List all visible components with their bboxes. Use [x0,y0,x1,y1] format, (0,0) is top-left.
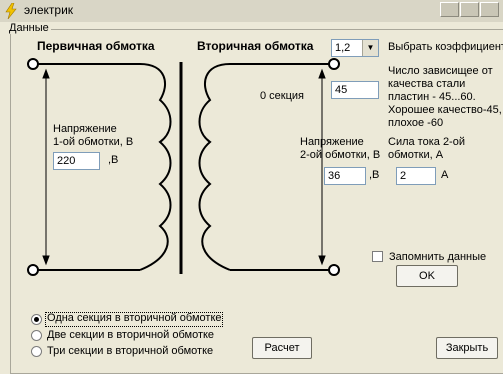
coefficient-desc-5: плохое -60 [388,117,444,129]
remember-checkbox[interactable] [372,251,383,262]
radio-two-sections-label: Две секции в вторичной обмотке [47,329,215,341]
primary-terminal-top [27,58,39,70]
secondary-terminal-top [328,58,340,70]
radio-two-sections[interactable] [31,330,42,341]
radio-three-sections[interactable] [31,346,42,357]
radio-one-section-label: Одна секция в вторичной обмотке [47,312,222,324]
primary-voltage-label: Напряжение [53,123,117,135]
coefficient-desc-2: качества стали [388,78,466,90]
coefficient-desc-3: пластин - 45...60. [388,91,476,103]
radio-three-sections-label: Три секции в вторичной обмотке [47,345,214,357]
secondary-terminal-bottom [328,264,340,276]
current-input[interactable]: 2 [396,167,436,185]
chevron-down-icon[interactable]: ▼ [362,40,378,56]
ok-button[interactable]: OK [396,265,458,287]
secondary-voltage-label-2: 2-ой обмотки, В [300,149,381,161]
current-label: Сила тока 2-ой [388,136,465,148]
coefficient-input[interactable]: 45 [331,81,379,99]
coefficient-select[interactable]: 1,2 ▼ [331,39,379,57]
primary-coil [139,63,172,271]
remember-label: Запомнить данные [389,251,487,263]
coefficient-select-value: 1,2 [335,42,351,54]
radio-selected-dot [34,317,39,322]
current-unit: А [441,169,449,181]
coefficient-label: Выбрать коэффициент [388,41,503,53]
current-label-2: обмотки, А [388,149,444,161]
close-button[interactable]: Закрыть [436,337,498,359]
primary-voltage-label-2: 1-ой обмотки, В [53,136,134,148]
secondary-voltage-input[interactable]: 36 [324,167,366,185]
section-label: 0 секция [260,90,305,102]
radio-one-section[interactable] [31,314,42,325]
secondary-coil [198,63,231,271]
secondary-winding-title: Вторичная обмотка [197,39,314,53]
primary-voltage-input[interactable]: 220 [53,152,100,170]
secondary-voltage-unit: ,В [369,169,380,181]
primary-terminal-bottom [27,264,39,276]
primary-voltage-unit: ,В [108,154,119,166]
primary-winding-title: Первичная обмотка [37,39,155,53]
secondary-voltage-label: Напряжение [300,136,364,148]
coefficient-desc-1: Число зависищее от [388,65,493,77]
coefficient-desc-4: Хорошее качество-45, [388,104,502,116]
calculate-button[interactable]: Расчет [252,337,312,359]
